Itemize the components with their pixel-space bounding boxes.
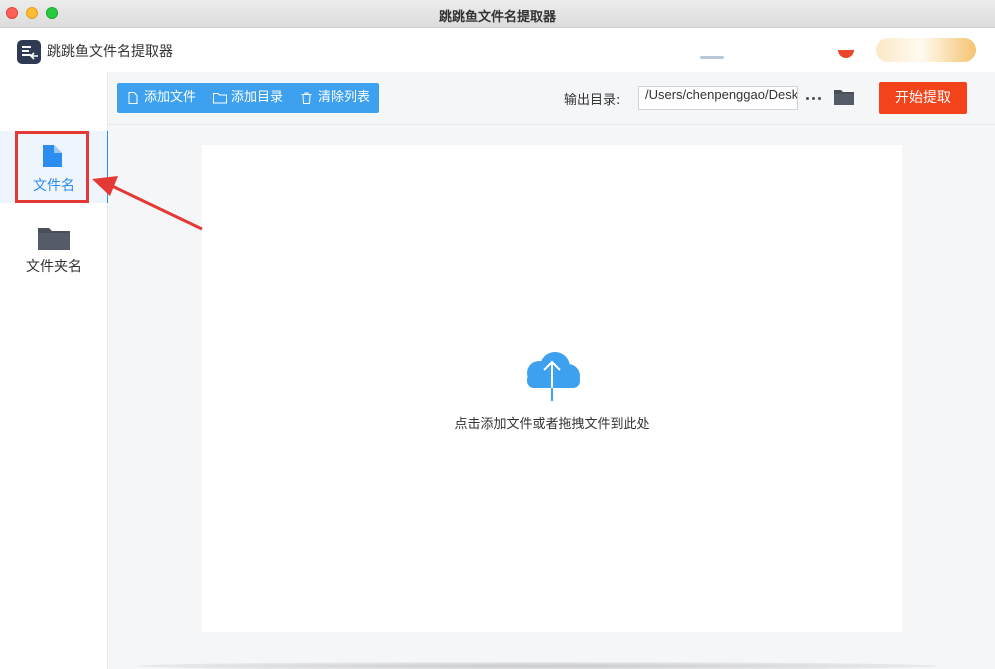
browse-folder-icon[interactable] xyxy=(834,88,854,110)
folder-outline-icon xyxy=(213,93,227,104)
output-directory-input[interactable]: /Users/chenpenggao/Desktop xyxy=(638,86,798,110)
folder-icon xyxy=(38,228,70,250)
toolbar-button-group: 添加文件 添加目录 清除列表 xyxy=(117,83,379,113)
add-directory-button[interactable]: 添加目录 xyxy=(213,83,291,113)
sidebar-item-foldername[interactable]: 文件夹名 xyxy=(0,212,108,284)
add-directory-label: 添加目录 xyxy=(231,90,284,105)
main-area: 添加文件 添加目录 清除列表 输出目录: /Users/chenpenggao/… xyxy=(108,72,995,669)
app-header: 跳跳鱼文件名提取器 xyxy=(0,28,995,72)
app-logo-icon xyxy=(17,40,41,64)
sidebar: 文件名 文件夹名 xyxy=(0,72,109,669)
drop-zone[interactable]: 点击添加文件或者拖拽文件到此处 xyxy=(202,145,902,632)
bottom-shadow xyxy=(138,662,938,669)
start-extract-button[interactable]: 开始提取 xyxy=(879,82,967,114)
sidebar-item-label: 文件名 xyxy=(33,178,75,194)
app-name: 跳跳鱼文件名提取器 xyxy=(47,44,173,60)
more-options-icon[interactable] xyxy=(804,86,824,110)
clear-list-button[interactable]: 清除列表 xyxy=(301,83,379,113)
header-badge xyxy=(838,50,854,58)
output-directory-label: 输出目录: xyxy=(564,93,621,108)
window-title: 跳跳鱼文件名提取器 xyxy=(438,10,556,25)
trash-icon xyxy=(301,92,312,104)
drop-zone-hint: 点击添加文件或者拖拽文件到此处 xyxy=(454,417,650,432)
cloud-upload-icon xyxy=(527,352,580,401)
clear-list-label: 清除列表 xyxy=(318,90,371,105)
header-decoration xyxy=(700,56,724,59)
header-vip-banner[interactable] xyxy=(876,38,976,62)
title-bar: 跳跳鱼文件名提取器 xyxy=(0,0,995,28)
file-icon xyxy=(43,145,62,167)
toolbar: 添加文件 添加目录 清除列表 输出目录: /Users/chenpenggao/… xyxy=(108,72,995,125)
sidebar-item-filename[interactable]: 文件名 xyxy=(0,131,109,203)
file-outline-icon xyxy=(128,92,138,104)
add-file-label: 添加文件 xyxy=(144,90,197,105)
sidebar-item-label: 文件夹名 xyxy=(26,259,82,275)
add-file-button[interactable]: 添加文件 xyxy=(128,83,208,113)
